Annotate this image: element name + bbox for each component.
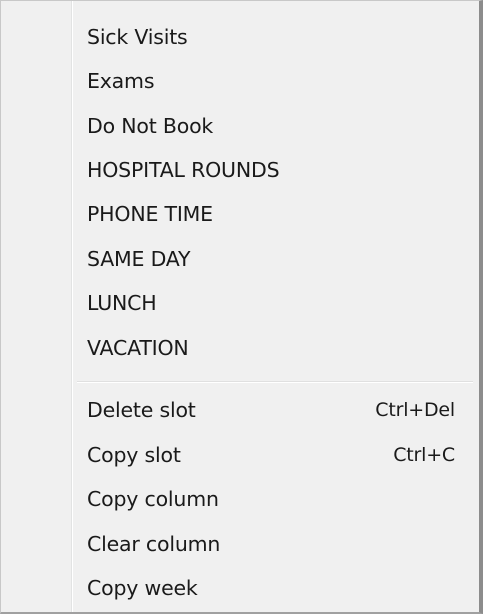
menu-item-lunch[interactable]: LUNCH [1,283,479,323]
menu-item-label: Delete slot [87,398,196,422]
menu-item-label: SAME DAY [87,247,191,271]
menu-item-shortcut: Ctrl+C [393,444,455,466]
menu-item-label: PHONE TIME [87,202,213,226]
menu-item-same-day[interactable]: SAME DAY [1,239,479,279]
menu-item-label: Clear column [87,532,221,556]
menu-item-delete-slot[interactable]: Delete slot Ctrl+Del [1,390,479,430]
menu-item-phone-time[interactable]: PHONE TIME [1,194,479,234]
menu-item-label: LUNCH [87,291,157,315]
context-menu: Sick Visits Exams Do Not Book HOSPITAL R… [0,0,483,614]
menu-item-label: Copy slot [87,443,181,467]
menu-item-shortcut: Ctrl+Del [375,399,455,421]
menu-item-label: VACATION [87,336,189,360]
menu-item-label: Sick Visits [87,25,188,49]
menu-item-copy-slot[interactable]: Copy slot Ctrl+C [1,435,479,475]
menu-item-label: HOSPITAL ROUNDS [87,158,280,182]
menu-item-clear-column[interactable]: Clear column [1,524,479,564]
menu-separator [77,381,473,383]
menu-item-label: Exams [87,69,155,93]
menu-item-label: Copy column [87,487,219,511]
menu-item-hospital-rounds[interactable]: HOSPITAL ROUNDS [1,150,479,190]
menu-item-label: Do Not Book [87,114,214,138]
menu-item-exams[interactable]: Exams [1,61,479,101]
menu-item-copy-week[interactable]: Copy week [1,568,479,608]
menu-item-sick-visits[interactable]: Sick Visits [1,17,479,57]
menu-item-do-not-book[interactable]: Do Not Book [1,106,479,146]
menu-item-label: Copy week [87,576,198,600]
menu-item-vacation[interactable]: VACATION [1,328,479,368]
menu-item-copy-column[interactable]: Copy column [1,479,479,519]
